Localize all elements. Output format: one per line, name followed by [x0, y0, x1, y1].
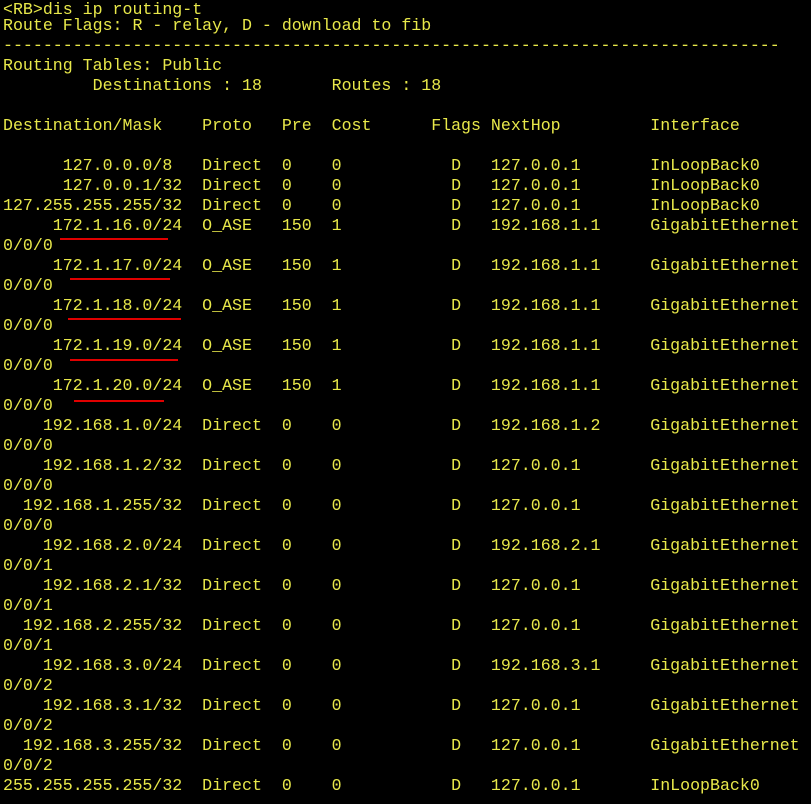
- terminal-line: 0/0/2: [3, 756, 53, 775]
- terminal-line: 127.0.0.0/8 Direct 0 0 D 127.0.0.1 InLoo…: [3, 156, 760, 175]
- terminal-line: 192.168.1.0/24 Direct 0 0 D 192.168.1.2 …: [3, 416, 800, 435]
- terminal-line: 172.1.20.0/24 O_ASE 150 1 D 192.168.1.1 …: [3, 376, 800, 395]
- terminal-line: 0/0/0: [3, 436, 53, 455]
- terminal-line: 192.168.3.1/32 Direct 0 0 D 127.0.0.1 Gi…: [3, 696, 800, 715]
- terminal-line: 0/0/2: [3, 716, 53, 735]
- terminal-line: 0/0/0: [3, 356, 53, 375]
- terminal-line: 0/0/0: [3, 476, 53, 495]
- terminal-line: 0/0/2: [3, 676, 53, 695]
- terminal-line: Destination/Mask Proto Pre Cost Flags Ne…: [3, 116, 740, 135]
- terminal-line: Route Flags: R - relay, D - download to …: [3, 16, 432, 35]
- terminal-line: 0/0/0: [3, 316, 53, 335]
- terminal-line: 127.0.0.1/32 Direct 0 0 D 127.0.0.1 InLo…: [3, 176, 760, 195]
- terminal-window[interactable]: <RB>dis ip routing-t Route Flags: R - re…: [0, 0, 811, 804]
- terminal-line: 172.1.17.0/24 O_ASE 150 1 D 192.168.1.1 …: [3, 256, 800, 275]
- terminal-line: 0/0/1: [3, 636, 53, 655]
- red-underline-mark: [74, 400, 164, 402]
- terminal-line: 192.168.2.1/32 Direct 0 0 D 127.0.0.1 Gi…: [3, 576, 800, 595]
- terminal-line: 172.1.18.0/24 O_ASE 150 1 D 192.168.1.1 …: [3, 296, 800, 315]
- red-underline-mark: [60, 238, 168, 240]
- terminal-line: Routing Tables: Public: [3, 56, 223, 75]
- terminal-line: ----------------------------------------…: [3, 36, 780, 55]
- terminal-line: 0/0/0: [3, 516, 53, 535]
- terminal-line: 172.1.16.0/24 O_ASE 150 1 D 192.168.1.1 …: [3, 216, 800, 235]
- terminal-line: 192.168.2.0/24 Direct 0 0 D 192.168.2.1 …: [3, 536, 800, 555]
- red-underline-mark: [70, 359, 178, 361]
- terminal-line: 192.168.3.255/32 Direct 0 0 D 127.0.0.1 …: [3, 736, 800, 755]
- terminal-line: 192.168.1.255/32 Direct 0 0 D 127.0.0.1 …: [3, 496, 800, 515]
- terminal-line: 192.168.3.0/24 Direct 0 0 D 192.168.3.1 …: [3, 656, 800, 675]
- terminal-line: 0/0/0: [3, 236, 53, 255]
- red-underline-mark: [68, 318, 181, 320]
- terminal-line: Destinations : 18 Routes : 18: [3, 76, 442, 95]
- terminal-line: 172.1.19.0/24 O_ASE 150 1 D 192.168.1.1 …: [3, 336, 800, 355]
- terminal-line: 0/0/0: [3, 276, 53, 295]
- terminal-line: 0/0/0: [3, 396, 53, 415]
- terminal-line: 255.255.255.255/32 Direct 0 0 D 127.0.0.…: [3, 776, 760, 795]
- terminal-line: 0/0/1: [3, 596, 53, 615]
- terminal-line: 192.168.1.2/32 Direct 0 0 D 127.0.0.1 Gi…: [3, 456, 800, 475]
- red-underline-mark: [70, 278, 170, 280]
- terminal-line: 0/0/1: [3, 556, 53, 575]
- terminal-line: 192.168.2.255/32 Direct 0 0 D 127.0.0.1 …: [3, 616, 800, 635]
- terminal-line: 127.255.255.255/32 Direct 0 0 D 127.0.0.…: [3, 196, 760, 215]
